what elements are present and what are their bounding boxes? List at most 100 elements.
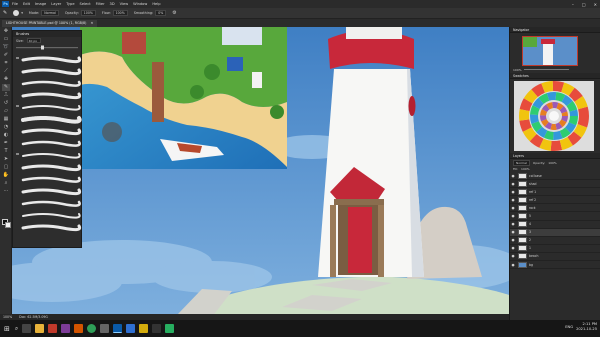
gradient-tool-icon[interactable]: ▦ — [2, 116, 10, 123]
layer-row[interactable]: ● col base — [510, 172, 600, 181]
mode-select[interactable]: Normal — [41, 10, 59, 16]
visibility-eye-icon[interactable]: ● — [510, 174, 516, 178]
brush-tool-icon[interactable]: ✎ — [2, 84, 10, 91]
language-indicator[interactable]: ENG — [565, 325, 573, 330]
app-green-icon[interactable] — [165, 324, 175, 333]
menu-type[interactable]: Type — [66, 2, 74, 6]
document-tab[interactable]: LIGHTHOUSE PRINTABLE.psd @ 100% (1, RGB/… — [2, 20, 98, 27]
app-orange-icon[interactable] — [74, 324, 84, 333]
layer-thumbnail — [518, 196, 527, 203]
visibility-eye-icon[interactable]: ● — [510, 198, 516, 202]
layer-row[interactable]: ● 5 — [510, 212, 600, 221]
crop-tool-icon[interactable]: ⌗ — [2, 60, 10, 67]
close-button[interactable]: ✕ — [594, 2, 597, 7]
more-tools-icon[interactable]: ⋯ — [2, 188, 10, 195]
menu-image[interactable]: Image — [35, 2, 46, 6]
brush-stroke-list[interactable] — [13, 52, 83, 242]
layer-row[interactable]: ● shad — [510, 180, 600, 189]
layer-row[interactable]: ● 4 — [510, 221, 600, 229]
visibility-eye-icon[interactable]: ● — [510, 222, 516, 226]
background-color-swatch[interactable] — [5, 222, 11, 228]
brush-preset-picker[interactable]: ▾ — [13, 10, 23, 16]
marquee-tool-icon[interactable]: ▭ — [2, 36, 10, 43]
maximize-button[interactable]: □ — [582, 2, 586, 7]
task-view-icon[interactable] — [22, 324, 32, 333]
app-purple-icon[interactable] — [61, 324, 71, 333]
color-wheel-swatches[interactable] — [514, 81, 594, 151]
eraser-tool-icon[interactable]: ▱ — [2, 108, 10, 115]
layer-row[interactable]: ● ref 1 — [510, 188, 600, 197]
search-icon[interactable]: ⌕ — [15, 325, 18, 333]
app-blue-icon[interactable] — [126, 324, 136, 333]
visibility-eye-icon[interactable]: ● — [510, 214, 516, 218]
app-yellow-icon[interactable] — [139, 324, 149, 333]
document-canvas[interactable] — [12, 27, 509, 320]
menu-edit[interactable]: Edit — [23, 2, 30, 6]
visibility-eye-icon[interactable]: ● — [510, 238, 516, 242]
move-tool-icon[interactable]: ✥ — [2, 28, 10, 35]
layer-name: 1 — [529, 246, 531, 251]
hand-tool-icon[interactable]: ✋ — [2, 172, 10, 179]
menu-filter[interactable]: Filter — [96, 2, 105, 6]
minimize-button[interactable]: – — [572, 2, 574, 7]
clone-stamp-tool-icon[interactable]: ⎍ — [2, 92, 10, 99]
visibility-eye-icon[interactable]: ● — [510, 254, 516, 258]
path-select-tool-icon[interactable]: ➤ — [2, 156, 10, 163]
blur-tool-icon[interactable]: ◔ — [2, 124, 10, 131]
menu-select[interactable]: Select — [80, 2, 91, 6]
chrome-icon[interactable] — [87, 324, 97, 333]
app-dark-icon[interactable] — [152, 324, 162, 333]
status-zoom[interactable]: 100% — [3, 315, 12, 319]
navigator-preview[interactable] — [522, 36, 578, 66]
flow-field[interactable]: 100% — [112, 10, 128, 16]
app-red-icon[interactable] — [48, 324, 58, 333]
windows-start-icon[interactable]: ⊞ — [4, 325, 10, 333]
type-tool-icon[interactable]: T — [2, 148, 10, 155]
visibility-eye-icon[interactable]: ● — [510, 190, 516, 194]
close-tab-icon[interactable]: ✕ — [90, 21, 93, 25]
menu-layer[interactable]: Layer — [51, 2, 61, 6]
quick-select-tool-icon[interactable]: ✐ — [2, 52, 10, 59]
visibility-eye-icon[interactable]: ● — [510, 206, 516, 210]
navigator-zoom-value[interactable]: 100% — [513, 68, 522, 72]
layer-thumbnail — [518, 245, 527, 252]
layer-name: 4 — [529, 222, 531, 227]
settings-gear-icon[interactable]: ⚙ — [172, 10, 176, 16]
visibility-eye-icon[interactable]: ● — [510, 246, 516, 250]
layer-row[interactable]: ● ref 2 — [510, 196, 600, 205]
menu-3d[interactable]: 3D — [110, 2, 115, 6]
visibility-eye-icon[interactable]: ● — [510, 263, 516, 267]
history-brush-tool-icon[interactable]: ↺ — [2, 100, 10, 107]
menu-view[interactable]: View — [120, 2, 129, 6]
brush-tool-icon[interactable]: ✎ — [3, 10, 7, 16]
layer-row[interactable]: ● beach — [510, 253, 600, 262]
menu-help[interactable]: Help — [152, 2, 160, 6]
healing-tool-icon[interactable]: ✚ — [2, 76, 10, 83]
layer-row[interactable]: ● 1 — [510, 245, 600, 253]
visibility-eye-icon[interactable]: ● — [510, 182, 516, 186]
lasso-tool-icon[interactable]: ➰ — [2, 44, 10, 51]
zoom-tool-icon[interactable]: ⌕ — [2, 180, 10, 187]
layer-row[interactable]: ● 2 — [510, 237, 600, 245]
layer-row[interactable]: ● bg — [510, 261, 600, 270]
shape-tool-icon[interactable]: ▢ — [2, 164, 10, 171]
menu-file[interactable]: File — [12, 2, 18, 6]
menu-window[interactable]: Window — [133, 2, 147, 6]
layer-row[interactable]: ● rock — [510, 204, 600, 213]
file-explorer-icon[interactable] — [35, 324, 45, 333]
layer-fill-value[interactable]: 100% — [521, 167, 530, 171]
opacity-field[interactable]: 100% — [80, 10, 96, 16]
layer-opacity-value[interactable]: 100% — [548, 161, 557, 165]
clock-date[interactable]: 2021-10-25 — [576, 327, 597, 332]
dodge-tool-icon[interactable]: ◐ — [2, 132, 10, 139]
smoothing-field[interactable]: 0% — [155, 10, 167, 16]
eyedropper-tool-icon[interactable]: ⟋ — [2, 68, 10, 75]
layer-row[interactable]: ● 3 — [510, 228, 600, 237]
pen-tool-icon[interactable]: ✒ — [2, 140, 10, 147]
layer-blend-mode[interactable]: Normal — [513, 159, 530, 166]
brush-size-slider[interactable] — [13, 44, 83, 52]
app-gray-icon[interactable] — [100, 324, 110, 333]
photoshop-taskbar-icon[interactable] — [113, 324, 123, 333]
visibility-eye-icon[interactable]: ● — [510, 230, 516, 234]
brush-size-field[interactable]: 40 px — [26, 38, 41, 43]
